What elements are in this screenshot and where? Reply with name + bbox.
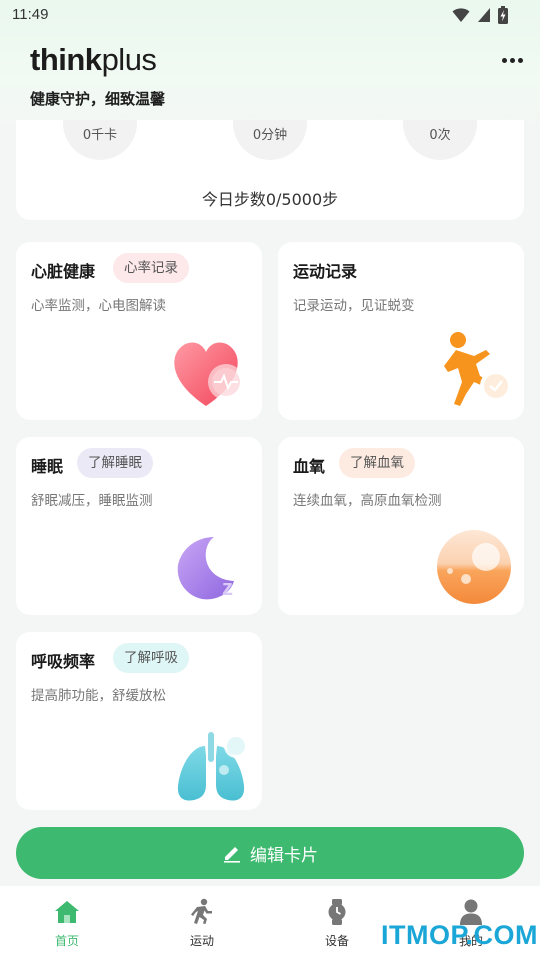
status-bar: 11:49 [0,0,540,32]
site-watermark: ITMOP.COM [381,920,539,950]
calories-stat: 0千卡 [63,120,137,160]
nav-home[interactable]: 首页 [37,898,97,949]
heart-rate-record-tag[interactable]: 心率记录 [113,253,189,283]
svg-text:z: z [222,575,233,600]
steps-text: 今日步数0/5000步 [201,190,339,209]
blood-oxygen-icon [437,530,511,604]
blood-oxygen-card[interactable]: 血氧 了解血氧 连续血氧，高原血氧检测 [278,437,524,615]
sport-record-card[interactable]: 运动记录 记录运动，见证蜕变 [278,242,524,420]
card-description: 舒眠减压，睡眠监测 [31,493,153,509]
edit-cards-label: 编辑卡片 [250,845,318,866]
learn-blood-oxygen-tag[interactable]: 了解血氧 [339,448,415,478]
learn-sleep-tag[interactable]: 了解睡眠 [77,448,153,478]
nav-home-label: 首页 [54,934,79,948]
card-title: 睡眠 [31,457,64,476]
status-time: 11:49 [12,6,49,23]
lungs-icon [177,732,248,801]
count-stat: 0次 [403,120,477,160]
pencil-icon [224,847,240,863]
running-icon [444,332,512,406]
card-title: 呼吸频率 [31,652,96,671]
app-logo: thinkplus [30,42,157,78]
watch-icon [328,899,346,925]
nav-device-label: 设备 [324,934,349,948]
card-title: 血氧 [293,457,326,476]
logo-think: think [30,42,102,77]
card-description: 心率监测，心电图解读 [31,298,166,314]
moon-icon: z [177,537,234,600]
nav-device[interactable]: 设备 [307,898,367,949]
calories-value: 0千卡 [82,128,118,143]
steps-summary-card[interactable]: 0千卡 0分钟 0次 今日步数0/5000步 [16,120,524,220]
heart-icon [174,342,244,406]
card-description: 连续血氧，高原血氧检测 [293,493,442,509]
card-title: 运动记录 [293,262,358,281]
signal-icon [478,8,490,22]
duration-stat: 0分钟 [233,120,307,160]
run-icon [191,898,212,924]
nav-sport[interactable]: 运动 [172,898,232,949]
count-value: 0次 [429,128,451,143]
edit-cards-button[interactable]: 编辑卡片 [16,827,524,879]
status-icons [452,6,508,24]
learn-breathing-tag[interactable]: 了解呼吸 [113,643,189,673]
app-subtitle: 健康守护，细致温馨 [30,90,166,108]
nav-sport-label: 运动 [189,934,214,948]
battery-charging-icon [498,6,508,24]
more-icon[interactable] [500,48,524,72]
duration-value: 0分钟 [252,128,288,143]
wifi-icon [452,8,470,22]
home-icon [55,901,79,923]
card-title: 心脏健康 [31,262,96,281]
card-description: 记录运动，见证蜕变 [293,298,415,314]
breathing-rate-card[interactable]: 呼吸频率 了解呼吸 提高肺功能，舒缓放松 [16,632,262,810]
sleep-card[interactable]: 睡眠 了解睡眠 舒眠减压，睡眠监测 z [16,437,262,615]
heart-health-card[interactable]: 心脏健康 心率记录 心率监测，心电图解读 [16,242,262,420]
card-description: 提高肺功能，舒缓放松 [31,688,166,704]
logo-plus: plus [101,42,157,77]
